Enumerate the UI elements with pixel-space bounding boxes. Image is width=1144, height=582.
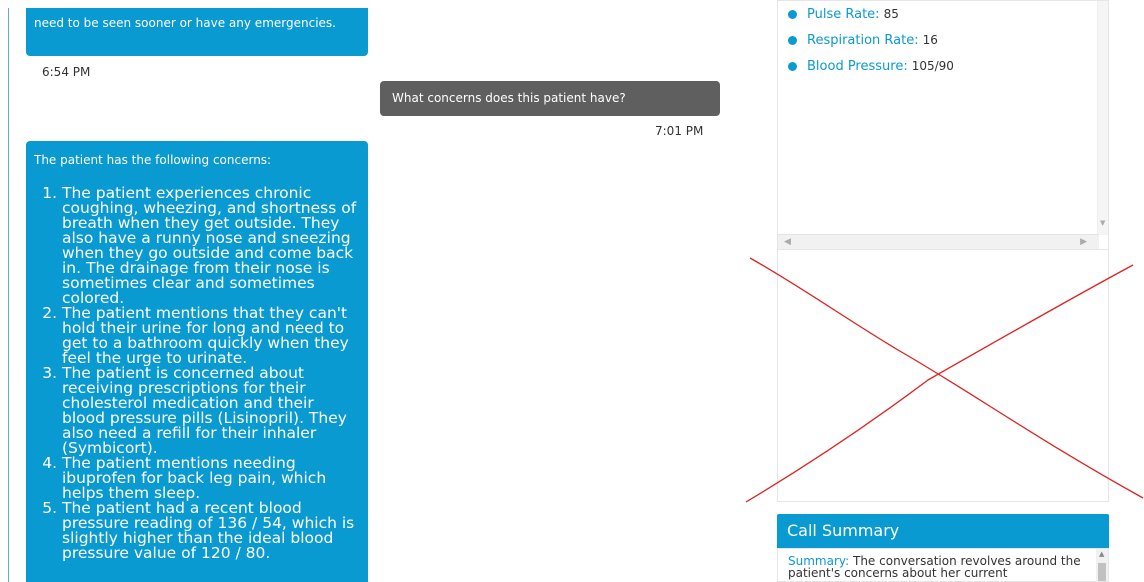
bullet-icon (788, 61, 797, 71)
annotation-stroke (749, 257, 1144, 499)
vital-label: Respiration Rate: (807, 32, 919, 48)
vital-value: 85 (883, 7, 899, 21)
message-timestamp: 6:54 PM (42, 65, 91, 79)
triangle-up-icon[interactable]: ▲ (1099, 550, 1104, 558)
triangle-down-icon[interactable]: ▼ (1100, 219, 1105, 227)
list-item: The patient mentions that they can't hol… (62, 305, 360, 366)
vital-item-respiration: Respiration Rate: 16 (788, 27, 954, 53)
message-text: What concerns does this patient have? (392, 91, 626, 105)
message-timestamp: 7:01 PM (655, 124, 704, 138)
call-summary-header: Call Summary (777, 514, 1109, 548)
vital-item-pulse: Pulse Rate: 85 (788, 1, 954, 27)
bullet-icon (788, 9, 797, 19)
message-text: need to be seen sooner or have any emerg… (34, 16, 336, 30)
bullet-icon (788, 35, 797, 45)
chat-panel[interactable]: need to be seen sooner or have any emerg… (8, 8, 740, 582)
vital-value: 105/90 (911, 59, 954, 73)
vitals-list: Pulse Rate: 85 Respiration Rate: 16 Bloo… (788, 1, 954, 79)
vital-label: Blood Pressure: (807, 58, 908, 74)
vital-item-blood-pressure: Blood Pressure: 105/90 (788, 53, 954, 79)
assistant-message: The patient has the following concerns: … (26, 141, 368, 582)
scrollbar-thumb[interactable] (1098, 563, 1106, 581)
assistant-message: need to be seen sooner or have any emerg… (26, 8, 368, 56)
list-item: The patient mentions needing ibuprofen f… (62, 455, 360, 501)
call-summary-body[interactable]: Summary: The conversation revolves aroun… (777, 548, 1109, 582)
annotation-stroke (745, 264, 1134, 503)
list-item: The patient experiences chronic coughing… (62, 185, 360, 306)
red-x-annotation (745, 257, 1144, 503)
list-item: The patient is concerned about receiving… (62, 365, 360, 456)
vital-value: 16 (922, 33, 938, 47)
concerns-list: The patient experiences chronic coughing… (34, 185, 360, 561)
vertical-scrollbar[interactable]: ▼ (1097, 1, 1108, 235)
summary-scrollbar[interactable]: ▲ (1096, 549, 1108, 581)
message-intro: The patient has the following concerns: (34, 153, 272, 167)
vital-label: Pulse Rate: (807, 6, 880, 22)
user-message: What concerns does this patient have? (380, 81, 720, 116)
vitals-panel[interactable]: Pulse Rate: 85 Respiration Rate: 16 Bloo… (777, 0, 1109, 250)
list-item: The patient had a recent blood pressure … (62, 500, 360, 561)
call-summary-text: Summary: The conversation revolves aroun… (788, 555, 1088, 579)
